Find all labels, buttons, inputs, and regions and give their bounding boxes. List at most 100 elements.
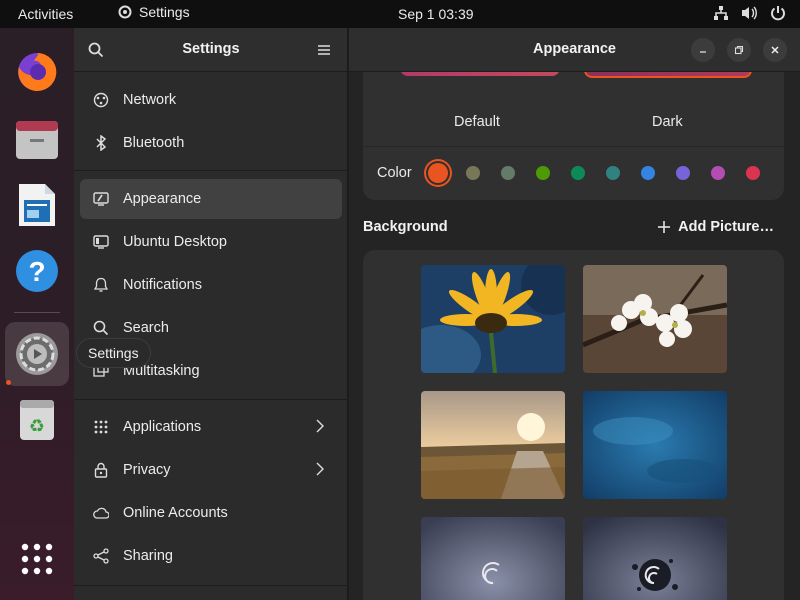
debian-swirl-wallpaper xyxy=(421,517,565,600)
help-icon: ? xyxy=(16,250,58,292)
bluetooth-icon xyxy=(93,135,109,151)
sidebar-item-applications[interactable]: Applications xyxy=(80,407,342,447)
blossom-wallpaper xyxy=(583,265,727,373)
card-divider xyxy=(363,146,784,147)
app-menu[interactable]: Settings xyxy=(117,4,190,20)
add-picture-button[interactable]: Add Picture… xyxy=(658,219,774,235)
wallpaper-thumbnail[interactable] xyxy=(583,265,727,373)
top-bar: Activities Settings Sep 1 03:39 xyxy=(0,0,800,28)
sidebar-title: Settings xyxy=(182,41,240,57)
accent-color-swatch[interactable] xyxy=(641,166,655,180)
accent-color-swatch[interactable] xyxy=(746,166,760,180)
close-button[interactable] xyxy=(763,38,787,62)
bell-icon xyxy=(93,277,109,293)
wallpaper-thumbnail[interactable] xyxy=(421,265,565,373)
dock-settings[interactable] xyxy=(5,322,69,386)
activities-button[interactable]: Activities xyxy=(18,6,73,22)
minimize-button[interactable] xyxy=(691,38,715,62)
accent-color-swatch[interactable] xyxy=(536,166,550,180)
sidebar-item-online-accounts[interactable]: Online Accounts xyxy=(80,493,342,533)
dock-writer[interactable] xyxy=(12,180,62,230)
sidebar-item-notifications[interactable]: Notifications xyxy=(80,265,342,305)
sidebar-item-label: Online Accounts xyxy=(123,505,228,521)
sidebar-item-appearance[interactable]: Appearance xyxy=(80,179,342,219)
maximize-button[interactable] xyxy=(727,38,751,62)
wallpaper-thumbnail[interactable] xyxy=(421,517,565,600)
style-label-dark: Dark xyxy=(652,114,683,130)
firefox-icon xyxy=(18,52,57,91)
appearance-icon xyxy=(93,191,109,207)
close-icon xyxy=(771,46,779,54)
libreoffice-writer-icon xyxy=(19,184,55,226)
sidebar-divider xyxy=(74,170,348,171)
accent-color-swatch[interactable] xyxy=(711,166,725,180)
panel-header: Appearance xyxy=(349,28,800,72)
chevron-right-icon xyxy=(316,419,324,433)
dock: ? ♻ xyxy=(0,28,74,600)
apps-icon xyxy=(93,419,109,435)
network-icon xyxy=(93,92,109,108)
files-icon xyxy=(16,121,58,159)
restore-icon xyxy=(734,45,744,55)
sidebar-item-privacy[interactable]: Privacy xyxy=(80,450,342,490)
dock-files[interactable] xyxy=(12,114,62,164)
minimize-icon xyxy=(700,51,706,53)
sidebar-item-label: Notifications xyxy=(123,277,202,293)
volume-icon xyxy=(742,6,757,20)
sidebar-item-label: Network xyxy=(123,92,177,108)
dock-trash[interactable]: ♻ xyxy=(12,394,62,444)
sunset-path-wallpaper xyxy=(421,391,565,499)
appearance-panel: Appearance Default Dark Color Background… xyxy=(349,28,800,600)
settings-sidebar: Settings Network Bluetooth Appearance Ub… xyxy=(74,28,348,600)
color-label: Color xyxy=(377,165,412,181)
sidebar-item-label: Applications xyxy=(123,419,202,435)
clock[interactable]: Sep 1 03:39 xyxy=(398,6,474,22)
lock-icon xyxy=(93,462,109,478)
sidebar-divider xyxy=(74,585,348,586)
wallpaper-thumbnail[interactable] xyxy=(583,517,727,600)
accent-color-swatch[interactable] xyxy=(676,166,690,180)
search-icon xyxy=(93,320,109,336)
dock-app-grid[interactable] xyxy=(12,534,62,584)
sidebar-item-ubuntu-desktop[interactable]: Ubuntu Desktop xyxy=(80,222,342,262)
add-picture-label: Add Picture… xyxy=(678,219,774,235)
accent-color-swatch[interactable] xyxy=(466,166,480,180)
accent-color-swatch[interactable] xyxy=(571,166,585,180)
svg-text:♻: ♻ xyxy=(29,416,45,437)
chevron-right-icon xyxy=(316,462,324,476)
sidebar-item-network[interactable]: Network xyxy=(80,80,342,120)
gear-icon xyxy=(118,5,132,19)
share-icon xyxy=(93,548,109,564)
settings-icon xyxy=(16,333,58,375)
dock-separator xyxy=(14,312,60,313)
dock-help[interactable]: ? xyxy=(12,246,62,296)
background-title: Background xyxy=(363,219,448,235)
sidebar-item-label: Bluetooth xyxy=(123,135,185,151)
accent-color-swatch[interactable] xyxy=(501,166,515,180)
system-tray[interactable] xyxy=(713,5,786,21)
plus-icon xyxy=(658,221,671,233)
network-wired-icon xyxy=(714,6,728,20)
wallpaper-thumbnail[interactable] xyxy=(583,391,727,499)
sidebar-item-label: Appearance xyxy=(123,191,202,207)
ubuntu-desktop-icon xyxy=(93,234,109,250)
sidebar-divider xyxy=(74,399,348,400)
wallpaper-thumbnail[interactable] xyxy=(421,391,565,499)
sidebar-item-sharing[interactable]: Sharing xyxy=(80,536,342,576)
sidebar-header: Settings xyxy=(74,28,347,72)
cloud-icon xyxy=(93,505,109,521)
app-grid-icon xyxy=(21,543,53,575)
blue-abstract-wallpaper xyxy=(583,391,727,499)
accent-color-swatch[interactable] xyxy=(606,166,620,180)
accent-color-swatch[interactable] xyxy=(428,163,448,183)
sidebar-item-bluetooth[interactable]: Bluetooth xyxy=(80,123,342,163)
background-grid xyxy=(363,250,784,600)
dock-firefox[interactable] xyxy=(12,46,62,96)
power-icon xyxy=(771,6,785,21)
hamburger-menu-icon[interactable] xyxy=(314,40,334,60)
sidebar-item-label: Search xyxy=(123,320,169,336)
splash-swirl-wallpaper xyxy=(583,517,727,600)
trash-icon: ♻ xyxy=(20,400,54,440)
dock-tooltip: Settings xyxy=(76,338,151,368)
sunflower-wallpaper xyxy=(421,265,565,373)
